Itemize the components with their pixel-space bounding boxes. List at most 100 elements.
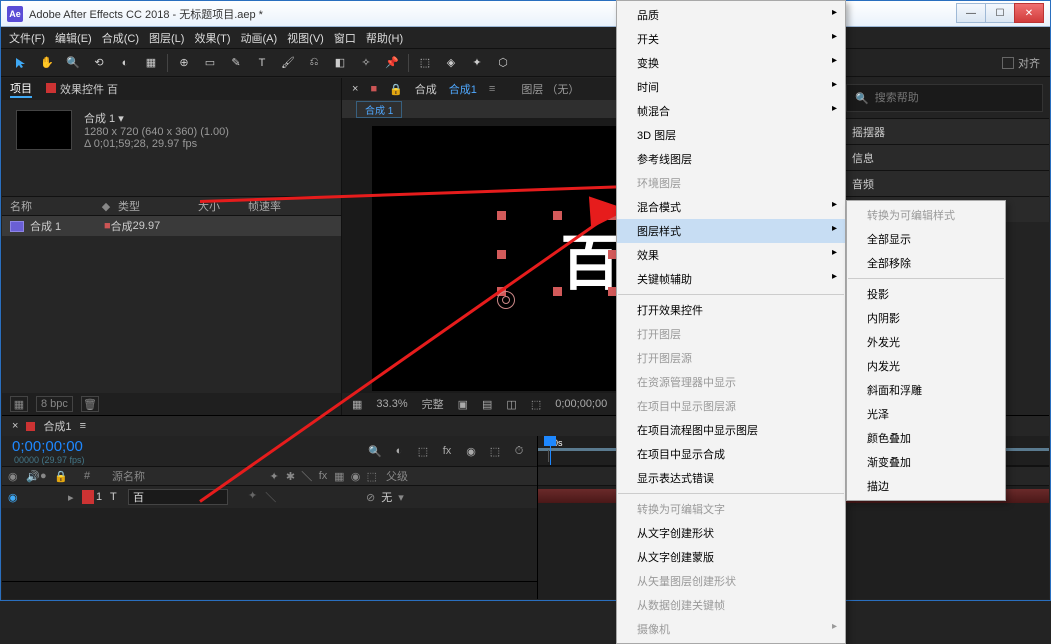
res-dropdown[interactable]: 完整 xyxy=(422,396,444,412)
text-tool-icon[interactable]: T xyxy=(252,53,272,73)
menu-item[interactable]: 从文字创建蒙版 xyxy=(617,545,845,569)
extra4-icon[interactable]: ⬡ xyxy=(493,53,513,73)
menu-item[interactable]: 光泽 xyxy=(847,402,1005,426)
layer-row[interactable]: ◉ ▸ 1 T ✦＼ ⊘ 无▾ xyxy=(2,486,537,508)
mask-icon[interactable]: ▣ xyxy=(458,398,468,411)
menu-item[interactable]: 在项目中显示合成 xyxy=(617,442,845,466)
comp-breadcrumb[interactable]: 合成 1 xyxy=(356,101,402,118)
pickwhip-icon[interactable]: ⊘ xyxy=(366,491,375,504)
puppet-tool-icon[interactable]: 📌 xyxy=(382,53,402,73)
menu-item[interactable]: 时间 xyxy=(617,75,845,99)
menu-item[interactable]: 全部移除 xyxy=(847,251,1005,275)
effect-controls-tab[interactable]: 效果控件 百 xyxy=(46,81,118,97)
help-search-input[interactable] xyxy=(875,92,1034,104)
project-item-row[interactable]: 合成 1 ■ 合成 29.97 xyxy=(2,216,341,236)
anchor-tool-icon[interactable]: ⊕ xyxy=(174,53,194,73)
time-display[interactable]: 0;00;00;00 xyxy=(555,398,607,410)
menu-item[interactable]: 颜色叠加 xyxy=(847,426,1005,450)
menu-item[interactable]: 全部显示 xyxy=(847,227,1005,251)
extra3-icon[interactable]: ✦ xyxy=(467,53,487,73)
menu-item[interactable]: 斜面和浮雕 xyxy=(847,378,1005,402)
menu-item[interactable]: 外发光 xyxy=(847,330,1005,354)
info-panel[interactable]: 信息 xyxy=(840,144,1049,170)
stamp-tool-icon[interactable]: ⎌ xyxy=(304,53,324,73)
current-time[interactable]: 0;00;00;00 xyxy=(12,438,85,455)
hand-tool-icon[interactable]: ✋ xyxy=(37,53,57,73)
shape-tool-icon[interactable]: ▭ xyxy=(200,53,220,73)
visibility-icon[interactable]: ◉ xyxy=(8,491,26,504)
expand-icon[interactable]: ▸ xyxy=(68,491,80,504)
menu-item[interactable]: 参考线图层 xyxy=(617,147,845,171)
menu-item[interactable]: 开关 xyxy=(617,27,845,51)
menu-item[interactable]: 图层样式 xyxy=(617,219,845,243)
menu-item[interactable]: 内发光 xyxy=(847,354,1005,378)
extra2-icon[interactable]: ◈ xyxy=(441,53,461,73)
layer-color[interactable] xyxy=(82,490,94,504)
cube-icon[interactable]: ⬚ xyxy=(415,443,431,459)
shy-icon[interactable]: ◐ xyxy=(391,443,407,459)
menu-item[interactable]: 关键帧辅助 xyxy=(617,267,845,291)
maximize-button[interactable]: ☐ xyxy=(985,3,1015,23)
close-button[interactable]: ✕ xyxy=(1014,3,1044,23)
menu-item[interactable]: 打开效果控件 xyxy=(617,298,845,322)
col-name[interactable]: 名称 xyxy=(10,198,100,214)
rotate-tool-icon[interactable]: ◐ xyxy=(115,53,135,73)
project-tab[interactable]: 项目 xyxy=(10,80,32,98)
snap-checkbox[interactable]: 对齐 xyxy=(1002,55,1040,71)
menu-file[interactable]: 文件(F) xyxy=(9,30,45,46)
menu-item[interactable]: 渐变叠加 xyxy=(847,450,1005,474)
grid-icon[interactable]: ▦ xyxy=(352,398,362,411)
menu-item[interactable]: 从文字创建形状 xyxy=(617,521,845,545)
menu-item[interactable]: 效果 xyxy=(617,243,845,267)
ruler-icon[interactable]: ▤ xyxy=(482,398,492,411)
menu-help[interactable]: 帮助(H) xyxy=(366,30,403,46)
tag-icon[interactable]: ◆ xyxy=(100,200,112,212)
eraser-tool-icon[interactable]: ◧ xyxy=(330,53,350,73)
roto-tool-icon[interactable]: ✧ xyxy=(356,53,376,73)
graph-icon[interactable]: ⬚ xyxy=(487,443,503,459)
audio-panel[interactable]: 音频 xyxy=(840,170,1049,196)
menu-effect[interactable]: 效果(T) xyxy=(194,30,230,46)
zoom-dropdown[interactable]: 33.3% xyxy=(376,398,407,410)
camera-tool-icon[interactable]: ▦ xyxy=(141,53,161,73)
menu-item[interactable]: 描边 xyxy=(847,474,1005,498)
interpret-icon[interactable]: ▦ xyxy=(10,396,28,412)
menu-item[interactable]: 3D 图层 xyxy=(617,123,845,147)
ch-icon[interactable]: ⬚ xyxy=(531,398,541,411)
menu-item[interactable]: 混合模式 xyxy=(617,195,845,219)
selection-tool-icon[interactable] xyxy=(11,53,31,73)
menu-comp[interactable]: 合成(C) xyxy=(102,30,139,46)
menu-view[interactable]: 视图(V) xyxy=(287,30,324,46)
menu-item[interactable]: 投影 xyxy=(847,282,1005,306)
cti[interactable] xyxy=(550,436,551,465)
trash-icon[interactable]: 🗑 xyxy=(81,396,99,412)
menu-item[interactable]: 内阴影 xyxy=(847,306,1005,330)
search-layers-icon[interactable]: 🔍 xyxy=(367,443,383,459)
wiggler-panel[interactable]: 摇摆器 xyxy=(840,118,1049,144)
panel-menu-icon[interactable]: × xyxy=(352,83,358,95)
menu-item[interactable]: 变换 xyxy=(617,51,845,75)
menu-item[interactable]: 品质 xyxy=(617,3,845,27)
lock-icon[interactable]: 🔒 xyxy=(389,83,403,96)
comp-active-name[interactable]: 合成1 xyxy=(449,81,477,97)
menu-anim[interactable]: 动画(A) xyxy=(241,30,278,46)
minimize-button[interactable]: — xyxy=(956,3,986,23)
menu-item[interactable]: 显示表达式错误 xyxy=(617,466,845,490)
anchor-point-icon[interactable] xyxy=(497,291,515,309)
brush-tool-icon[interactable]: 🖌 xyxy=(278,53,298,73)
stopwatch-icon[interactable]: ⏱ xyxy=(511,443,527,459)
roi-icon[interactable]: ◫ xyxy=(506,398,516,411)
pen-tool-icon[interactable]: ✎ xyxy=(226,53,246,73)
bpc-button[interactable]: 8 bpc xyxy=(36,396,73,412)
menu-window[interactable]: 窗口 xyxy=(334,30,356,46)
menu-layer[interactable]: 图层(L) xyxy=(149,30,184,46)
menu-item[interactable]: 在项目流程图中显示图层 xyxy=(617,418,845,442)
help-search[interactable]: 🔍 xyxy=(846,84,1043,112)
mb-icon[interactable]: ◉ xyxy=(463,443,479,459)
fx-icon[interactable]: fx xyxy=(439,443,455,459)
zoom-tool-icon[interactable]: 🔍 xyxy=(63,53,83,73)
layer-selector[interactable]: 图层 （无） xyxy=(521,81,579,97)
orbit-tool-icon[interactable]: ⟲ xyxy=(89,53,109,73)
menu-edit[interactable]: 编辑(E) xyxy=(55,30,92,46)
extra1-icon[interactable]: ⬚ xyxy=(415,53,435,73)
